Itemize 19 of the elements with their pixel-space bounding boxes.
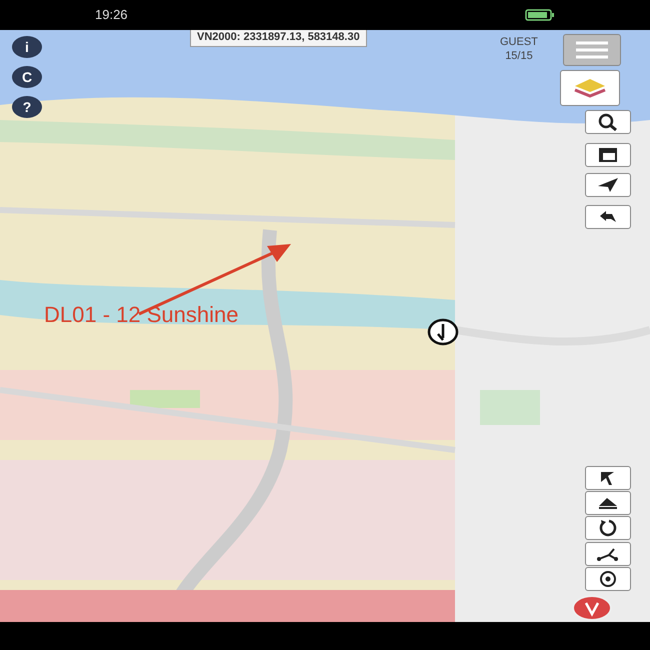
refresh-icon[interactable] [585, 516, 631, 540]
target-icon[interactable] [585, 567, 631, 591]
cursor-icon[interactable] [585, 466, 631, 490]
user-name: GUEST [500, 35, 538, 50]
menu-button[interactable] [563, 34, 621, 66]
measure-icon[interactable] [585, 542, 631, 566]
user-count: 15/15 [504, 49, 534, 64]
layers-icon [573, 77, 607, 99]
window-icon[interactable] [585, 143, 631, 167]
status-time: 19:26 [95, 6, 128, 24]
layers-button[interactable] [560, 70, 620, 106]
back-icon[interactable] [585, 205, 631, 229]
zoom-icon[interactable] [585, 110, 631, 134]
annotation-label: DL01 - 12 Sunshine [44, 304, 238, 326]
eraser-icon[interactable] [585, 491, 631, 515]
compass-icon[interactable] [572, 595, 612, 621]
menu-icon [574, 40, 610, 60]
battery-icon [525, 9, 555, 21]
coordinates-readout: VN2000: 2331897.13, 583148.30 [190, 30, 367, 46]
